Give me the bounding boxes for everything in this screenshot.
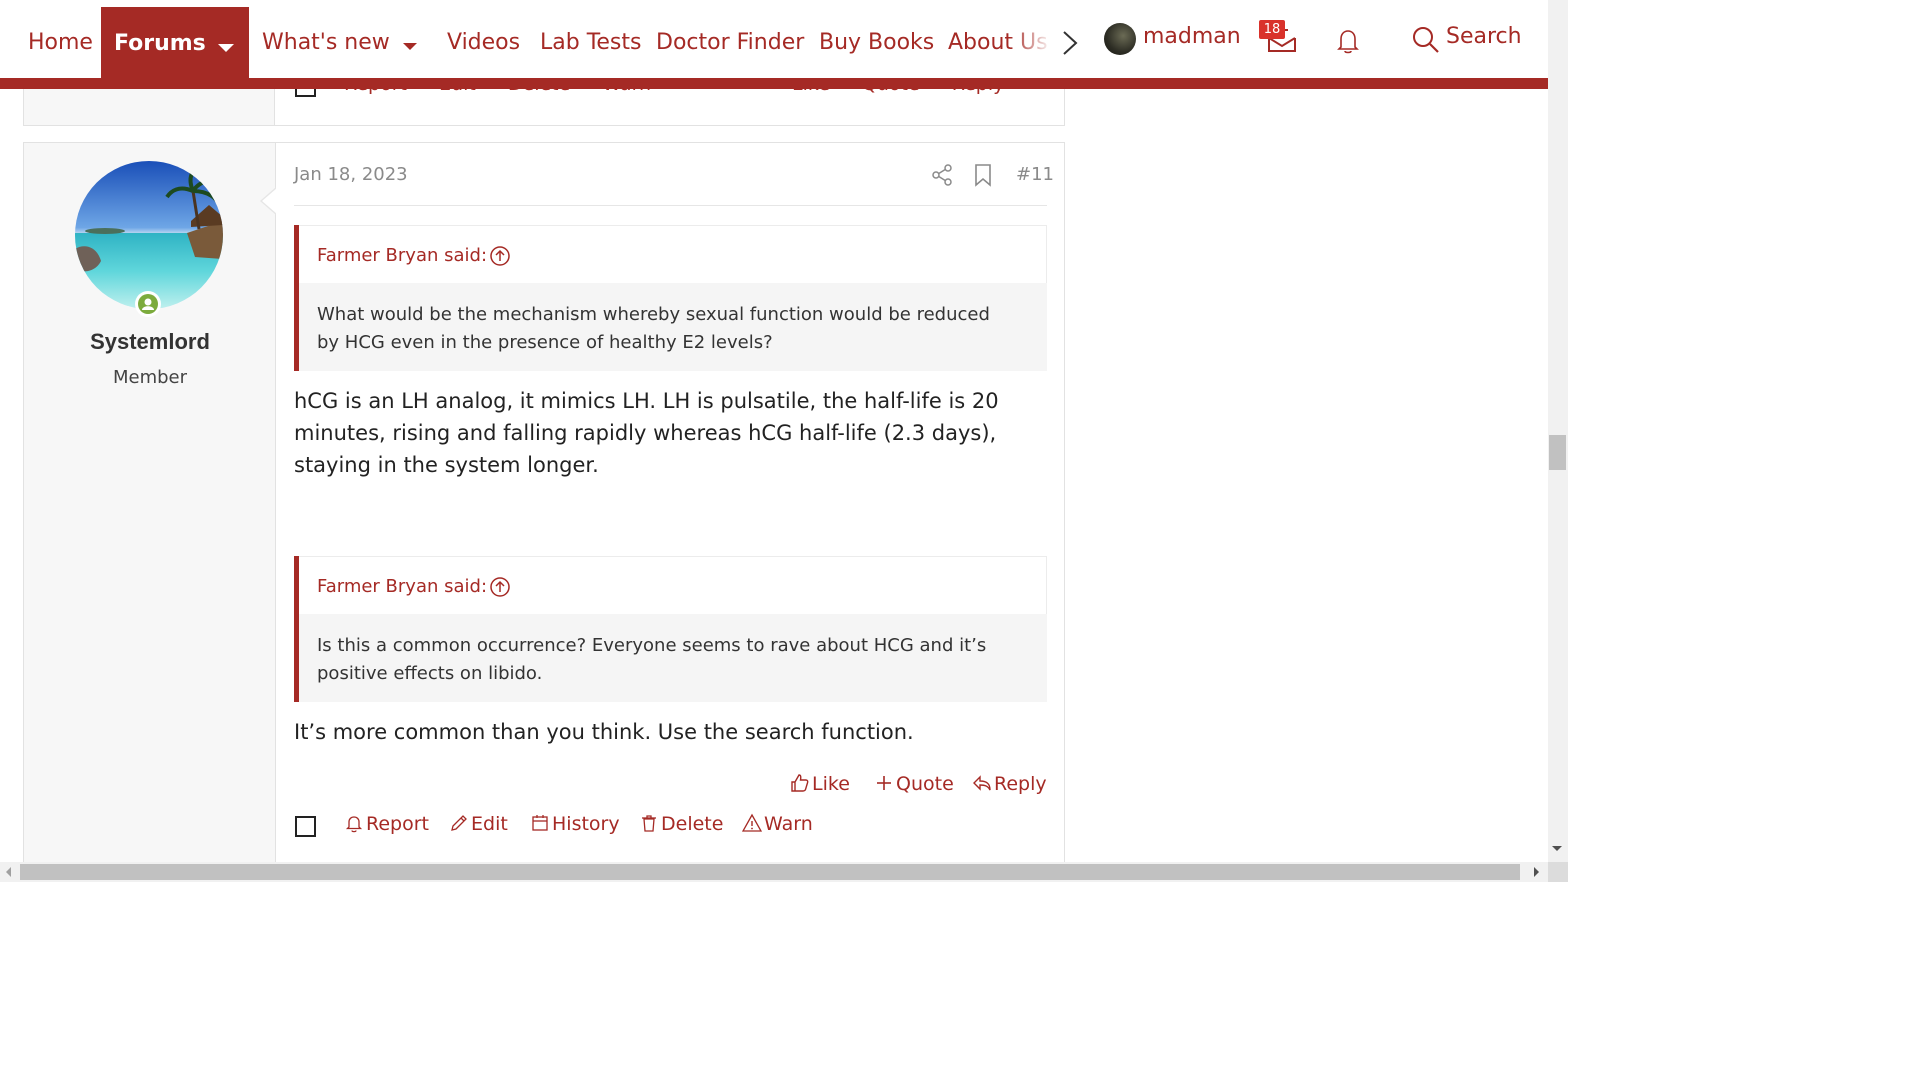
user-avatar[interactable] xyxy=(75,161,223,309)
report-label: Report xyxy=(366,813,429,835)
account-avatar[interactable] xyxy=(1104,23,1136,55)
post-author-title: Member xyxy=(112,367,188,388)
warning-triangle-icon xyxy=(742,813,762,832)
reply-label: Reply xyxy=(994,773,1047,795)
beach-avatar-image xyxy=(75,161,223,309)
reply-text: hCG is an LH analog, it mimics LH. LH is… xyxy=(294,389,999,477)
quote-label: Quote xyxy=(896,773,954,795)
horizontal-scrollbar-thumb[interactable] xyxy=(20,864,1520,880)
post-pointer-inner xyxy=(262,188,277,214)
edit-label: Edit xyxy=(471,813,508,835)
top-navigation: Home Forums What's new Videos Lab Tests … xyxy=(0,0,1548,80)
inbox-count-badge: 18 xyxy=(1259,20,1285,39)
quote-author[interactable]: Farmer Bryan said: xyxy=(317,576,487,597)
quote-text: Is this a common occurrence? Everyone se… xyxy=(317,635,987,684)
thumbs-up-icon xyxy=(791,774,809,792)
forums-dropdown-caret-icon[interactable] xyxy=(218,44,234,52)
post-header-divider xyxy=(294,205,1047,206)
whats-new-dropdown-caret-icon[interactable] xyxy=(403,43,417,50)
horizontal-scrollbar[interactable] xyxy=(0,862,1548,882)
nav-overflow-fade xyxy=(1010,20,1052,70)
warn-button[interactable]: Warn xyxy=(742,813,813,835)
quote-author[interactable]: Farmer Bryan said: xyxy=(317,245,487,266)
post-select-checkbox[interactable] xyxy=(295,816,316,837)
quote-header: Farmer Bryan said: xyxy=(299,556,1047,614)
nav-home[interactable]: Home xyxy=(28,30,93,55)
search-icon[interactable] xyxy=(1411,25,1441,55)
quote-header: Farmer Bryan said: xyxy=(299,225,1047,283)
nav-doctor-finder[interactable]: Doctor Finder xyxy=(656,30,804,55)
warn-label: Warn xyxy=(764,813,813,835)
scroll-left-arrow-icon[interactable] xyxy=(6,867,11,877)
nav-bottom-border xyxy=(0,78,1548,89)
nav-whats-new[interactable]: What's new xyxy=(262,30,390,55)
forum-post: Systemlord Member Jan 18, 2023 #11 Farme… xyxy=(23,142,1065,862)
vertical-scrollbar[interactable] xyxy=(1548,0,1568,862)
trash-icon xyxy=(642,815,656,832)
jump-to-quoted-arrow-icon[interactable] xyxy=(489,245,511,267)
nav-lab-tests[interactable]: Lab Tests xyxy=(540,30,641,55)
nav-scroll-right-chevron-icon[interactable] xyxy=(1058,28,1082,58)
nav-videos[interactable]: Videos xyxy=(447,30,520,55)
nav-buy-books[interactable]: Buy Books xyxy=(819,30,934,55)
scroll-down-arrow-icon[interactable] xyxy=(1552,846,1562,851)
bell-icon[interactable] xyxy=(1334,26,1362,56)
post-author-name[interactable]: Systemlord xyxy=(24,329,276,355)
plus-icon xyxy=(877,776,891,790)
pencil-icon xyxy=(451,815,467,831)
search-link[interactable]: Search xyxy=(1446,24,1522,49)
like-button[interactable]: Like xyxy=(790,773,850,795)
nav-forums[interactable]: Forums xyxy=(101,7,249,80)
post-user-column: Systemlord Member xyxy=(24,143,276,862)
delete-button[interactable]: Delete xyxy=(639,813,723,835)
account-username[interactable]: madman xyxy=(1143,24,1241,49)
quote-block: Farmer Bryan said: Is this a common occu… xyxy=(294,556,1047,702)
quote-block: Farmer Bryan said: What would be the mec… xyxy=(294,225,1047,371)
reply-arrow-icon xyxy=(973,775,991,791)
page-viewport: Report Edit Delete Warn Like Quote Reply… xyxy=(0,0,1548,862)
jump-to-quoted-arrow-icon[interactable] xyxy=(489,576,511,598)
history-button[interactable]: History xyxy=(530,813,620,835)
user-online-icon xyxy=(142,298,154,310)
calendar-icon xyxy=(532,815,548,831)
quote-button[interactable]: Quote xyxy=(874,773,954,795)
scroll-right-arrow-icon[interactable] xyxy=(1534,867,1539,877)
nav-forums-label: Forums xyxy=(114,31,206,56)
post-number[interactable]: #11 xyxy=(1016,164,1054,185)
history-label: History xyxy=(552,813,620,835)
edit-button[interactable]: Edit xyxy=(449,813,508,835)
scrollbar-corner xyxy=(1548,862,1568,882)
vertical-scrollbar-thumb[interactable] xyxy=(1549,435,1566,470)
delete-label: Delete xyxy=(661,813,724,835)
like-label: Like xyxy=(812,773,850,795)
quote-text: What would be the mechanism whereby sexu… xyxy=(317,304,990,353)
bell-icon xyxy=(345,816,363,833)
share-icon[interactable] xyxy=(930,163,954,187)
reply-text: It’s more common than you think. Use the… xyxy=(294,720,914,744)
post-date[interactable]: Jan 18, 2023 xyxy=(294,164,408,185)
online-status-badge xyxy=(135,291,161,317)
reply-button[interactable]: Reply xyxy=(972,773,1047,795)
bookmark-icon[interactable] xyxy=(973,163,993,187)
report-button[interactable]: Report xyxy=(344,813,429,835)
